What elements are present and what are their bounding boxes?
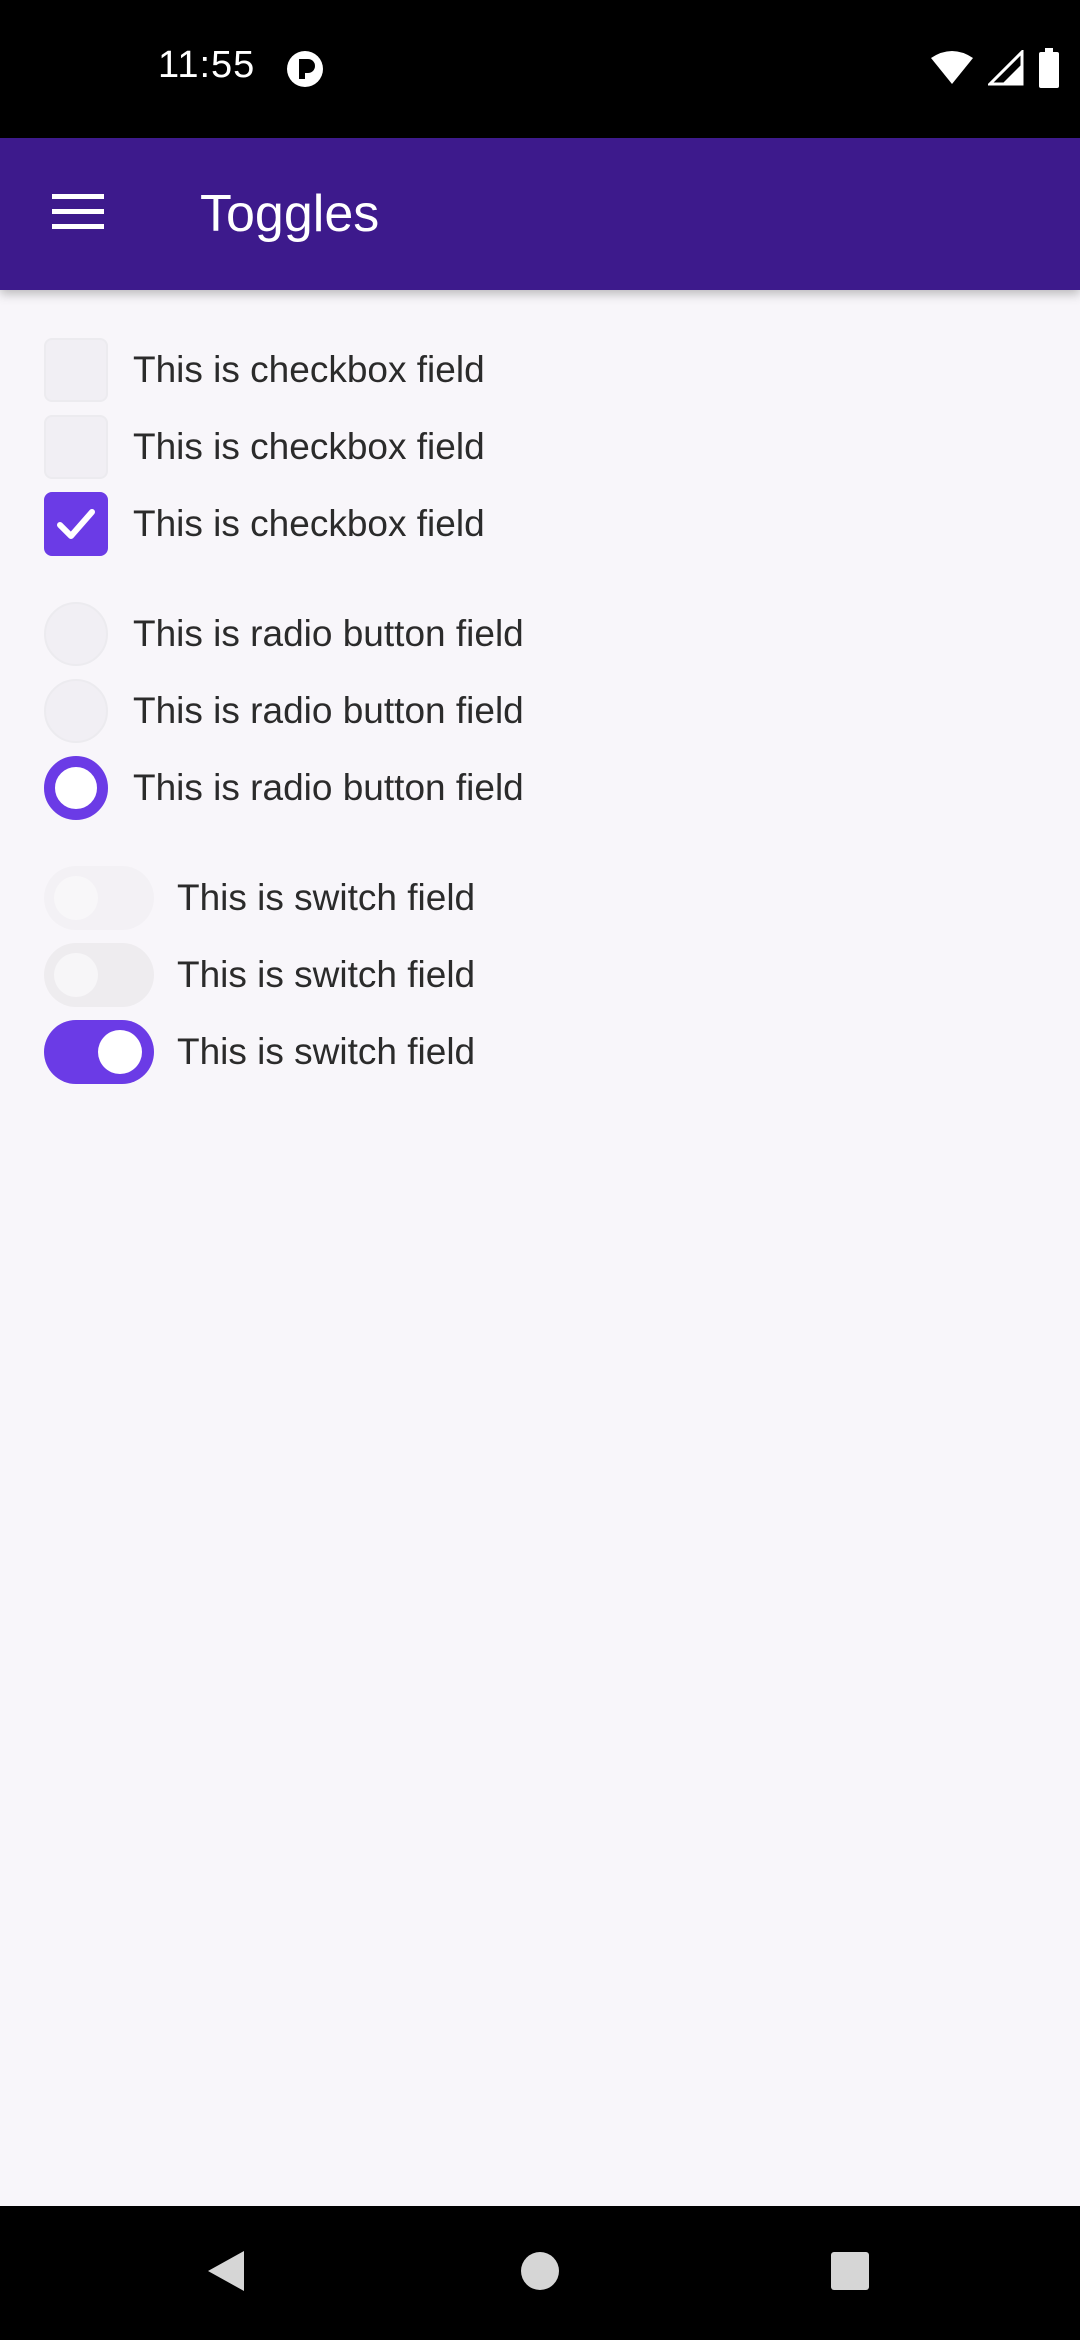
checkbox-2[interactable] (44, 415, 108, 479)
checkbox-1[interactable] (44, 338, 108, 402)
radio-label-2: This is radio button field (133, 690, 524, 731)
switch-2[interactable] (44, 943, 154, 1007)
checkbox-row-3[interactable]: This is checkbox field (0, 486, 1080, 562)
switch-1[interactable] (44, 866, 154, 930)
radio-row-2[interactable]: This is radio button field (0, 673, 1080, 749)
switch-row-2[interactable]: This is switch field (0, 937, 1080, 1013)
home-button[interactable] (480, 2206, 600, 2340)
checkbox-label-1: This is checkbox field (133, 349, 485, 390)
radio-label-1: This is radio button field (133, 613, 524, 654)
radio-row-3[interactable]: This is radio button field (0, 750, 1080, 826)
switch-label-3: This is switch field (177, 1031, 476, 1072)
cellular-signal-icon (986, 47, 1024, 91)
home-icon (520, 2251, 560, 2296)
app-indicator-icon (286, 50, 324, 88)
wifi-icon (930, 50, 974, 91)
radio-button-2[interactable] (44, 679, 108, 743)
menu-button[interactable] (28, 176, 128, 252)
switch-thumb (54, 953, 98, 997)
switch-row-1[interactable]: This is switch field (0, 860, 1080, 936)
back-button[interactable] (166, 2206, 286, 2340)
recents-icon (830, 2251, 870, 2296)
checkbox-label-2: This is checkbox field (133, 426, 485, 467)
page-title: Toggles (200, 185, 380, 243)
status-icons (930, 47, 1060, 93)
recents-button[interactable] (790, 2206, 910, 2340)
switch-thumb (54, 876, 98, 920)
switch-label-2: This is switch field (177, 954, 476, 995)
switch-thumb (98, 1030, 142, 1074)
status-bar: 11:55 (0, 0, 1080, 138)
switch-3[interactable] (44, 1020, 154, 1084)
hamburger-menu-icon (52, 192, 104, 237)
checkbox-row-1[interactable]: This is checkbox field (0, 332, 1080, 408)
navigation-bar (0, 2206, 1080, 2340)
radio-label-3: This is radio button field (133, 767, 524, 808)
switch-label-1: This is switch field (177, 877, 476, 918)
radio-button-1[interactable] (44, 602, 108, 666)
battery-icon (1038, 47, 1060, 93)
radio-button-3[interactable] (44, 756, 108, 820)
app-bar: Toggles (0, 138, 1080, 290)
switch-row-3[interactable]: This is switch field (0, 1014, 1080, 1090)
checkbox-label-3: This is checkbox field (133, 503, 485, 544)
checkmark-icon (57, 509, 95, 539)
back-icon (204, 2249, 248, 2298)
checkbox-row-2[interactable]: This is checkbox field (0, 409, 1080, 485)
checkbox-3[interactable] (44, 492, 108, 556)
status-time: 11:55 (158, 44, 256, 86)
radio-row-1[interactable]: This is radio button field (0, 596, 1080, 672)
